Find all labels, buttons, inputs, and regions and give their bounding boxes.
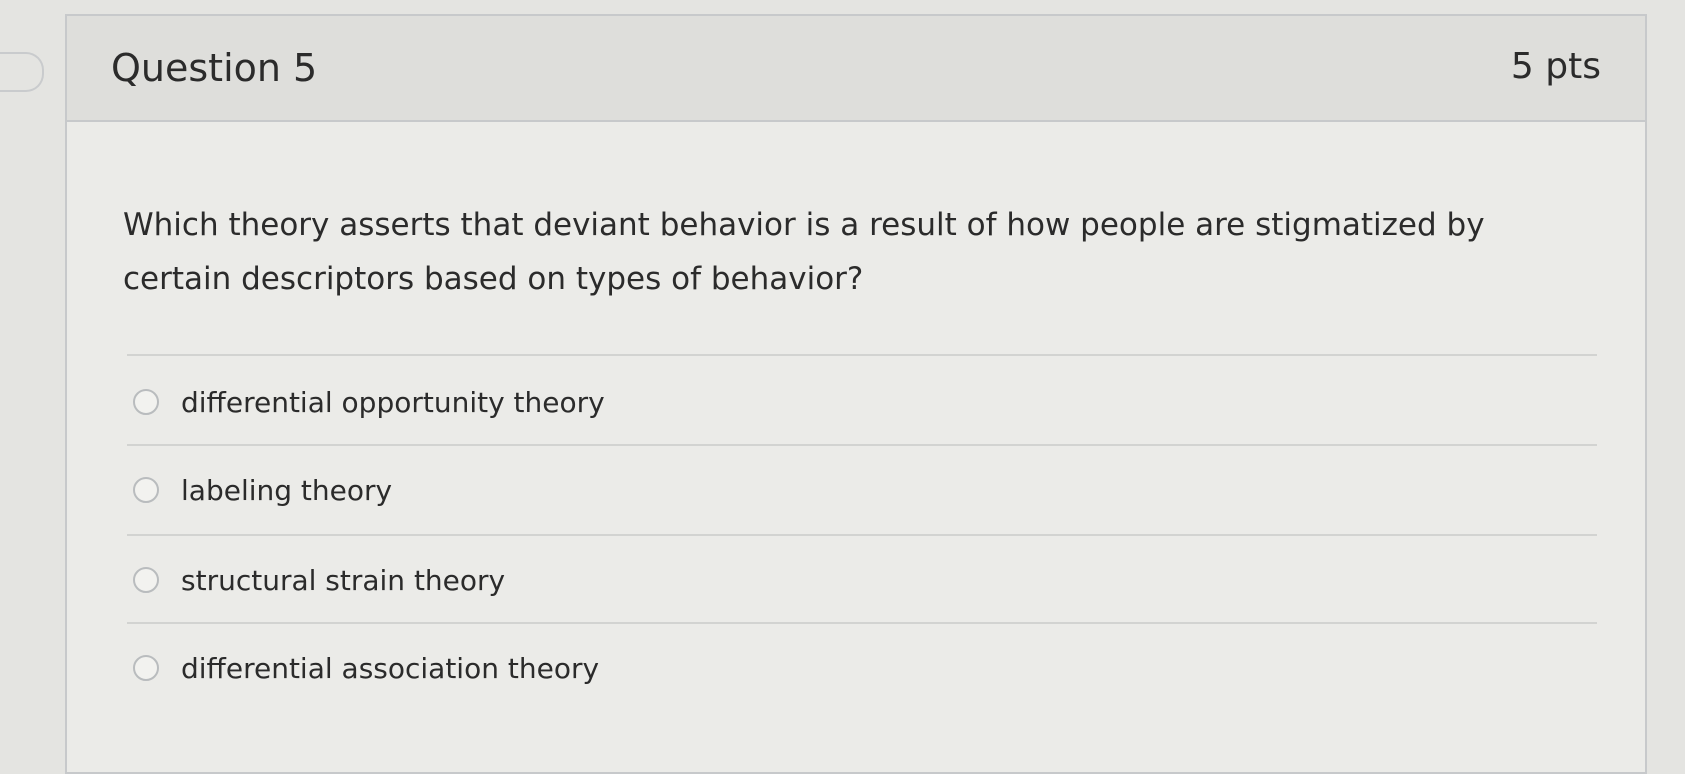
answer-option-2[interactable]: labeling theory bbox=[133, 460, 392, 520]
question-header: Question 5 5 pts bbox=[67, 16, 1645, 122]
answer-option-1[interactable]: differential opportunity theory bbox=[133, 372, 605, 432]
answer-divider bbox=[127, 354, 1597, 356]
question-text: Which theory asserts that deviant behavi… bbox=[123, 207, 1485, 297]
radio-button[interactable] bbox=[133, 655, 159, 681]
radio-button[interactable] bbox=[133, 477, 159, 503]
radio-button[interactable] bbox=[133, 389, 159, 415]
answer-divider bbox=[127, 444, 1597, 446]
flag-question-icon[interactable] bbox=[0, 52, 44, 92]
question-title: Question 5 bbox=[111, 46, 318, 90]
answer-label: differential association theory bbox=[181, 651, 600, 685]
question-points: 5 pts bbox=[1510, 46, 1601, 87]
question-card: Question 5 5 pts Which theory asserts th… bbox=[65, 14, 1647, 774]
answer-label: structural strain theory bbox=[181, 563, 506, 597]
answer-option-4[interactable]: differential association theory bbox=[133, 638, 599, 698]
answer-divider bbox=[127, 534, 1597, 536]
answer-divider bbox=[127, 622, 1597, 624]
radio-button[interactable] bbox=[133, 567, 159, 593]
answer-label: labeling theory bbox=[181, 473, 393, 507]
answer-option-3[interactable]: structural strain theory bbox=[133, 550, 505, 610]
answer-label: differential opportunity theory bbox=[181, 385, 605, 419]
